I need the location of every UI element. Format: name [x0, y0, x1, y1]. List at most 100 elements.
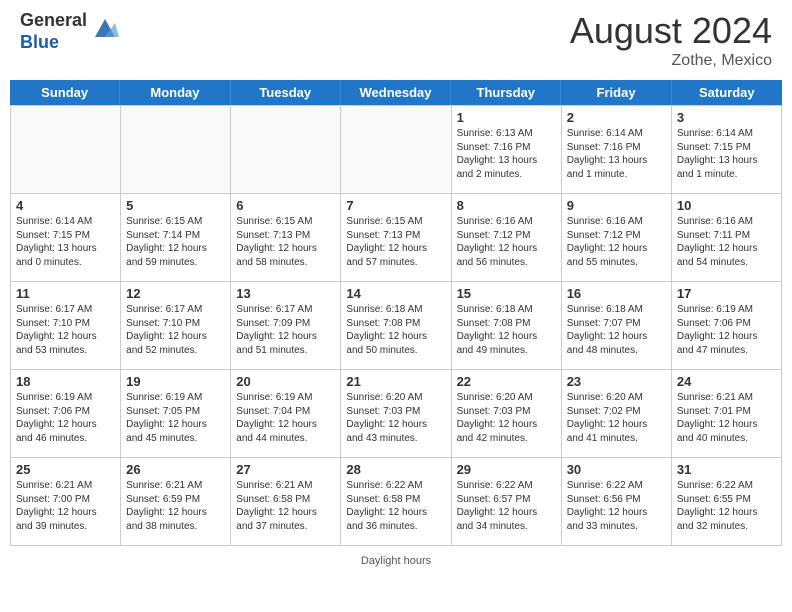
cal-cell: 29 Sunrise: 6:22 AMSunset: 6:57 PMDayligh… [452, 458, 562, 546]
cal-cell: 20 Sunrise: 6:19 AMSunset: 7:04 PMDayligh… [231, 370, 341, 458]
cell-text: Sunrise: 6:15 AMSunset: 7:13 PMDaylight:… [346, 215, 445, 269]
cal-cell: 23 Sunrise: 6:20 AMSunset: 7:02 PMDayligh… [562, 370, 672, 458]
day-number: 25 [16, 462, 115, 477]
calendar: SundayMondayTuesdayWednesdayThursdayFrid… [10, 80, 782, 546]
cal-cell: 6 Sunrise: 6:15 AMSunset: 7:13 PMDaylight… [231, 194, 341, 282]
cal-cell: 1 Sunrise: 6:13 AMSunset: 7:16 PMDaylight… [452, 106, 562, 194]
cal-cell: 9Sunrise: 6:16 AMSunset: 7:12 PMDaylight… [562, 194, 672, 282]
cell-text: Sunrise: 6:22 AMSunset: 6:55 PMDaylight:… [677, 479, 776, 533]
cell-text: Sunrise: 6:17 AMSunset: 7:09 PMDaylight:… [236, 303, 335, 357]
cell-text: Sunrise: 6:19 AMSunset: 7:04 PMDaylight:… [236, 391, 335, 445]
day-number: 26 [126, 462, 225, 477]
cell-text: Sunrise: 6:21 AMSunset: 6:59 PMDaylight:… [126, 479, 225, 533]
day-number: 14 [346, 286, 445, 301]
day-number: 3 [677, 110, 776, 125]
cal-cell: 26 Sunrise: 6:21 AMSunset: 6:59 PMDayligh… [121, 458, 231, 546]
day-headers: SundayMondayTuesdayWednesdayThursdayFrid… [10, 80, 782, 105]
cal-cell: 4 Sunrise: 6:14 AMSunset: 7:15 PMDaylight… [11, 194, 121, 282]
day-number: 22 [457, 374, 556, 389]
cal-cell: 7 Sunrise: 6:15 AMSunset: 7:13 PMDaylight… [341, 194, 451, 282]
cell-text: Sunrise: 6:22 AMSunset: 6:57 PMDaylight:… [457, 479, 556, 533]
month-year: August 2024 [570, 10, 772, 52]
cal-cell: 16Sunrise: 6:18 AMSunset: 7:07 PMDayligh… [562, 282, 672, 370]
cal-cell: 13 Sunrise: 6:17 AMSunset: 7:09 PMDayligh… [231, 282, 341, 370]
header: General Blue August 2024 Zothe, Mexico [0, 0, 792, 75]
day-header-thursday: Thursday [451, 80, 561, 105]
day-header-wednesday: Wednesday [341, 80, 451, 105]
cal-cell: 18Sunrise: 6:19 AMSunset: 7:06 PMDayligh… [11, 370, 121, 458]
logo-blue: Blue [20, 32, 59, 52]
cal-cell: 24 Sunrise: 6:21 AMSunset: 7:01 PMDayligh… [672, 370, 782, 458]
day-number: 30 [567, 462, 666, 477]
day-number: 11 [16, 286, 115, 301]
daylight-legend: Daylight hours [361, 555, 431, 567]
cell-text: Sunrise: 6:19 AMSunset: 7:05 PMDaylight:… [126, 391, 225, 445]
cell-text: Sunrise: 6:18 AMSunset: 7:07 PMDaylight:… [567, 303, 666, 357]
day-number: 10 [677, 198, 776, 213]
day-number: 6 [236, 198, 335, 213]
footer: Daylight hours [0, 551, 792, 571]
day-number: 23 [567, 374, 666, 389]
day-number: 24 [677, 374, 776, 389]
cell-text: Sunrise: 6:18 AMSunset: 7:08 PMDaylight:… [346, 303, 445, 357]
cal-cell: 31Sunrise: 6:22 AMSunset: 6:55 PMDayligh… [672, 458, 782, 546]
cal-cell: 30 Sunrise: 6:22 AMSunset: 6:56 PMDayligh… [562, 458, 672, 546]
day-number: 4 [16, 198, 115, 213]
day-number: 8 [457, 198, 556, 213]
cell-text: Sunrise: 6:21 AMSunset: 6:58 PMDaylight:… [236, 479, 335, 533]
cal-cell: 11 Sunrise: 6:17 AMSunset: 7:10 PMDayligh… [11, 282, 121, 370]
cell-text: Sunrise: 6:17 AMSunset: 7:10 PMDaylight:… [16, 303, 115, 357]
cell-text: Sunrise: 6:14 AMSunset: 7:15 PMDaylight:… [16, 215, 115, 269]
location: Zothe, Mexico [570, 52, 772, 70]
day-number: 7 [346, 198, 445, 213]
cal-cell: 21 Sunrise: 6:20 AMSunset: 7:03 PMDayligh… [341, 370, 451, 458]
day-number: 21 [346, 374, 445, 389]
cal-cell [341, 106, 451, 194]
cell-text: Sunrise: 6:21 AMSunset: 7:00 PMDaylight:… [16, 479, 115, 533]
day-header-tuesday: Tuesday [231, 80, 341, 105]
cell-text: Sunrise: 6:22 AMSunset: 6:58 PMDaylight:… [346, 479, 445, 533]
day-number: 29 [457, 462, 556, 477]
page-container: General Blue August 2024 Zothe, Mexico S… [0, 0, 792, 571]
cal-cell: 14 Sunrise: 6:18 AMSunset: 7:08 PMDayligh… [341, 282, 451, 370]
cell-text: Sunrise: 6:19 AMSunset: 7:06 PMDaylight:… [16, 391, 115, 445]
cal-cell: 3Sunrise: 6:14 AMSunset: 7:15 PMDaylight… [672, 106, 782, 194]
day-number: 1 [457, 110, 556, 125]
day-number: 13 [236, 286, 335, 301]
day-number: 15 [457, 286, 556, 301]
cal-cell: 25 Sunrise: 6:21 AMSunset: 7:00 PMDayligh… [11, 458, 121, 546]
cal-cell: 15 Sunrise: 6:18 AMSunset: 7:08 PMDayligh… [452, 282, 562, 370]
day-number: 19 [126, 374, 225, 389]
cal-cell: 8 Sunrise: 6:16 AMSunset: 7:12 PMDaylight… [452, 194, 562, 282]
logo-general: General [20, 10, 87, 30]
day-header-saturday: Saturday [672, 80, 782, 105]
day-header-sunday: Sunday [10, 80, 120, 105]
cell-text: Sunrise: 6:15 AMSunset: 7:13 PMDaylight:… [236, 215, 335, 269]
cal-cell: 17 Sunrise: 6:19 AMSunset: 7:06 PMDayligh… [672, 282, 782, 370]
logo: General Blue [20, 10, 119, 53]
cal-cell: 10Sunrise: 6:16 AMSunset: 7:11 PMDayligh… [672, 194, 782, 282]
cell-text: Sunrise: 6:20 AMSunset: 7:03 PMDaylight:… [457, 391, 556, 445]
cal-cell: 22 Sunrise: 6:20 AMSunset: 7:03 PMDayligh… [452, 370, 562, 458]
cell-text: Sunrise: 6:19 AMSunset: 7:06 PMDaylight:… [677, 303, 776, 357]
month-title: August 2024 Zothe, Mexico [570, 10, 772, 70]
day-header-monday: Monday [120, 80, 230, 105]
day-number: 28 [346, 462, 445, 477]
cell-text: Sunrise: 6:20 AMSunset: 7:03 PMDaylight:… [346, 391, 445, 445]
cell-text: Sunrise: 6:21 AMSunset: 7:01 PMDaylight:… [677, 391, 776, 445]
day-header-friday: Friday [561, 80, 671, 105]
logo-icon [91, 15, 119, 48]
cell-text: Sunrise: 6:13 AMSunset: 7:16 PMDaylight:… [457, 127, 556, 181]
day-number: 17 [677, 286, 776, 301]
cell-text: Sunrise: 6:22 AMSunset: 6:56 PMDaylight:… [567, 479, 666, 533]
day-number: 20 [236, 374, 335, 389]
cal-cell: 12Sunrise: 6:17 AMSunset: 7:10 PMDayligh… [121, 282, 231, 370]
cal-cell: 27 Sunrise: 6:21 AMSunset: 6:58 PMDayligh… [231, 458, 341, 546]
cell-text: Sunrise: 6:20 AMSunset: 7:02 PMDaylight:… [567, 391, 666, 445]
cell-text: Sunrise: 6:16 AMSunset: 7:12 PMDaylight:… [457, 215, 556, 269]
cell-text: Sunrise: 6:16 AMSunset: 7:12 PMDaylight:… [567, 215, 666, 269]
cell-text: Sunrise: 6:18 AMSunset: 7:08 PMDaylight:… [457, 303, 556, 357]
cell-text: Sunrise: 6:14 AMSunset: 7:16 PMDaylight:… [567, 127, 666, 181]
day-number: 27 [236, 462, 335, 477]
cell-text: Sunrise: 6:15 AMSunset: 7:14 PMDaylight:… [126, 215, 225, 269]
